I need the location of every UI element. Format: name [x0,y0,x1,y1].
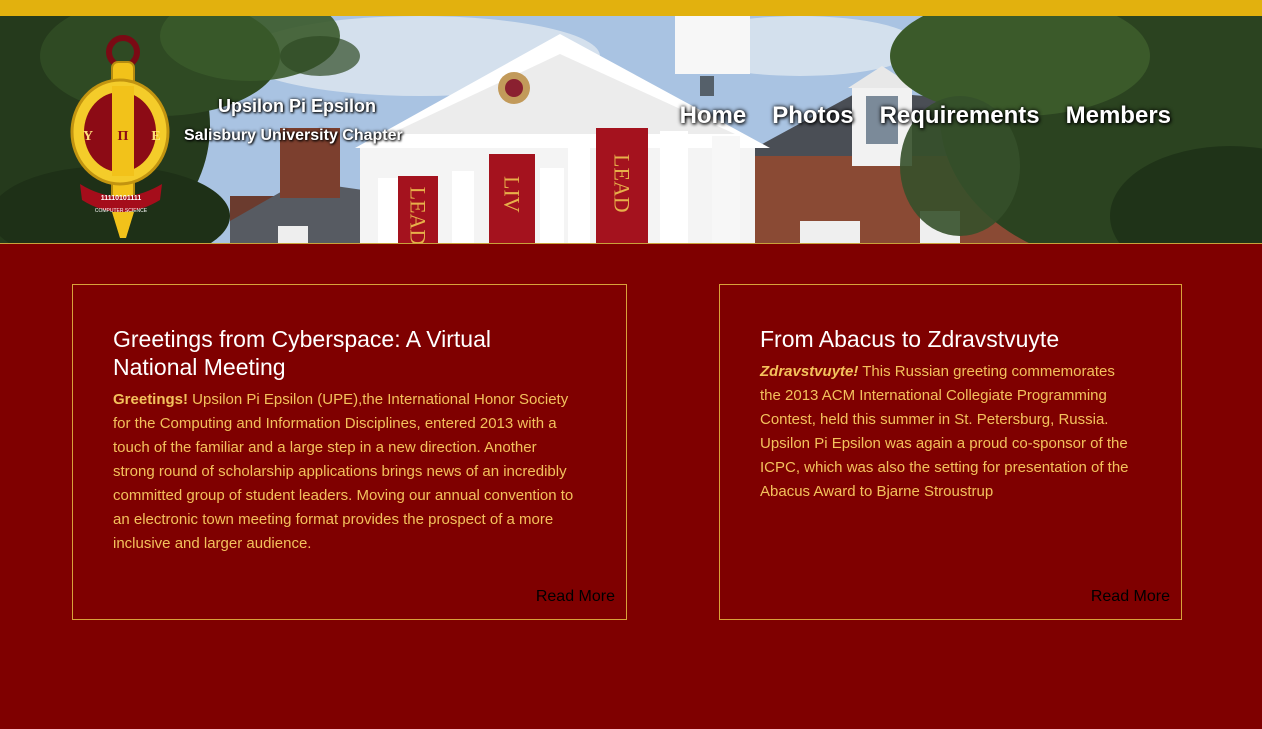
logo-letter-epsilon: Ε [151,129,160,144]
article-card: Greetings from Cyberspace: A Virtual Nat… [72,284,627,620]
read-more-link[interactable]: Read More [1091,588,1170,606]
read-more-link[interactable]: Read More [536,588,615,606]
site-header: LEAD LIV LEAD Υ Π Ε 11110101111 COMPUTER… [0,16,1262,244]
site-subtitle: Salisbury University Chapter [184,127,403,144]
site-title: Upsilon Pi Epsilon [218,96,377,116]
article-lead: Zdravstvuyte! [760,363,859,380]
main-nav: Home Photos Requirements Members [680,102,1171,130]
nav-members[interactable]: Members [1066,102,1171,130]
logo-binary: 11110101111 [101,195,142,202]
top-accent-bar [0,0,1262,16]
article-title: Greetings from Cyberspace: A Virtual Nat… [113,326,491,380]
article-text: This Russian greeting commemorates the 2… [760,363,1129,500]
nav-home[interactable]: Home [680,102,747,130]
article-lead: Greetings! [113,391,189,408]
article-text: Upsilon Pi Epsilon (UPE),the Internation… [113,391,574,552]
article-title: From Abacus to Zdravstvuyte [760,326,1060,352]
nav-requirements[interactable]: Requirements [880,102,1040,130]
upe-logo: Υ Π Ε 11110101111 COMPUTER SCIENCE [70,35,170,238]
logo-letter-pi: Π [118,129,129,144]
article-body: Zdravstvuyte! This Russian greeting comm… [760,360,1130,504]
banner-text-1: LEAD [406,187,431,243]
logo-letter-upsilon: Υ [83,129,93,144]
banner-text-2: LIV [500,176,525,213]
banner-text-3: LEAD [610,154,635,213]
article-card: From Abacus to Zdravstvuyte Zdravstvuyte… [719,284,1182,620]
nav-photos[interactable]: Photos [772,102,853,130]
article-body: Greetings! Upsilon Pi Epsilon (UPE),the … [113,388,575,556]
